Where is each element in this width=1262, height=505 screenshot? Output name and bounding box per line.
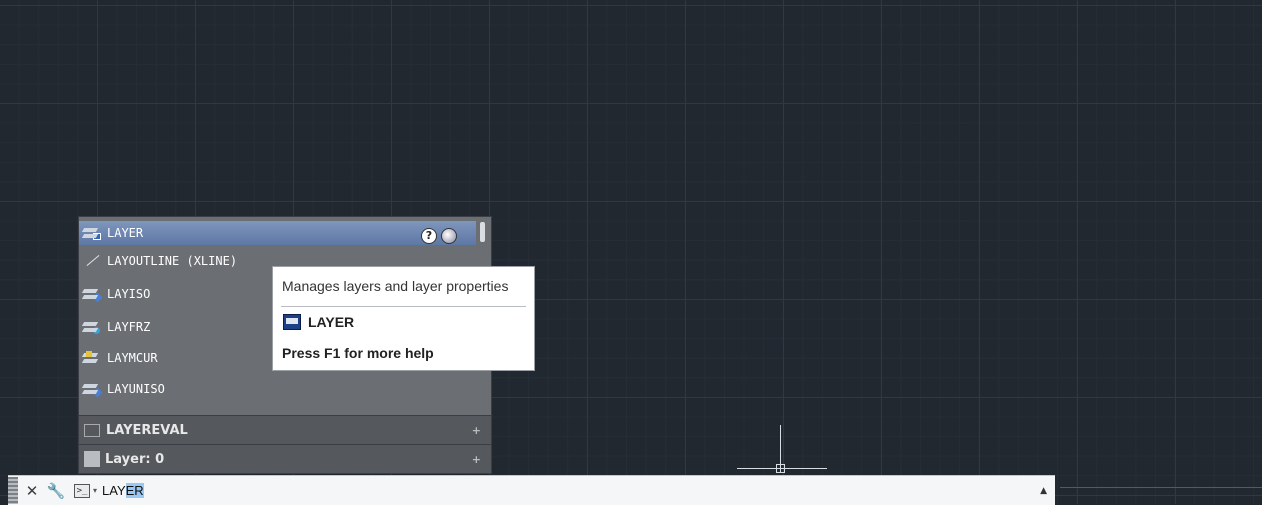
autocomplete-item-layer[interactable]: LAYER ? <box>79 221 476 245</box>
layer-command-icon <box>283 314 301 330</box>
close-icon[interactable]: ✕ <box>24 482 40 500</box>
scrollbar-thumb[interactable] <box>480 222 485 242</box>
layer-swatch-icon <box>84 451 100 467</box>
variable-icon <box>84 423 100 437</box>
section-layereval[interactable]: LAYEREVAL + <box>79 415 491 444</box>
layer-make-current-icon <box>83 351 101 365</box>
tooltip-help-hint: Press F1 for more help <box>282 345 434 361</box>
autocomplete-item-label: LAYUNISO <box>107 382 165 396</box>
command-prompt-icon[interactable]: >_ <box>74 483 90 498</box>
section-label: LAYEREVAL <box>106 422 188 438</box>
autocomplete-item-label: LAYFRZ <box>107 320 151 334</box>
help-icon[interactable]: ? <box>421 228 437 244</box>
command-history-toggle-icon[interactable]: ▲ <box>1040 486 1047 496</box>
crosshair-pickbox <box>776 464 785 473</box>
layer-properties-icon <box>83 226 101 240</box>
ucs-axis-line <box>1060 487 1262 488</box>
tooltip-command-name: LAYER <box>308 314 355 330</box>
expand-icon[interactable]: + <box>472 424 481 437</box>
autocomplete-item-layuniso[interactable]: LAYUNISO <box>79 376 476 402</box>
autocomplete-item-label: LAYISO <box>107 287 151 301</box>
autocomplete-item-label: LAYOUTLINE (XLINE) <box>107 254 238 268</box>
typed-text: LAY <box>102 483 126 498</box>
command-line: ✕ 🔧 >_ ▾ LAYER ▲ <box>8 475 1055 505</box>
layer-unisolate-icon <box>83 382 103 398</box>
section-current-layer[interactable]: Layer: 0 + <box>79 444 491 473</box>
customize-wrench-icon[interactable]: 🔧 <box>46 482 66 500</box>
section-label: Layer: 0 <box>105 451 165 467</box>
layer-isolate-icon <box>83 287 103 303</box>
autocomplete-suggestion-text: ER <box>125 483 144 498</box>
command-tooltip: Manages layers and layer properties LAYE… <box>272 266 535 371</box>
drag-grip[interactable] <box>8 477 18 504</box>
xline-icon <box>83 254 101 268</box>
recent-commands-dropdown-icon[interactable]: ▾ <box>93 486 97 495</box>
web-search-icon[interactable] <box>441 228 457 244</box>
autocomplete-item-label: LAYMCUR <box>107 351 158 365</box>
command-input[interactable]: LAYER <box>102 483 144 498</box>
tooltip-description: Manages layers and layer properties <box>282 278 509 294</box>
autocomplete-item-label: LAYER <box>107 226 144 240</box>
expand-icon[interactable]: + <box>472 453 481 466</box>
tooltip-separator <box>281 306 526 307</box>
layer-freeze-icon <box>83 320 101 334</box>
